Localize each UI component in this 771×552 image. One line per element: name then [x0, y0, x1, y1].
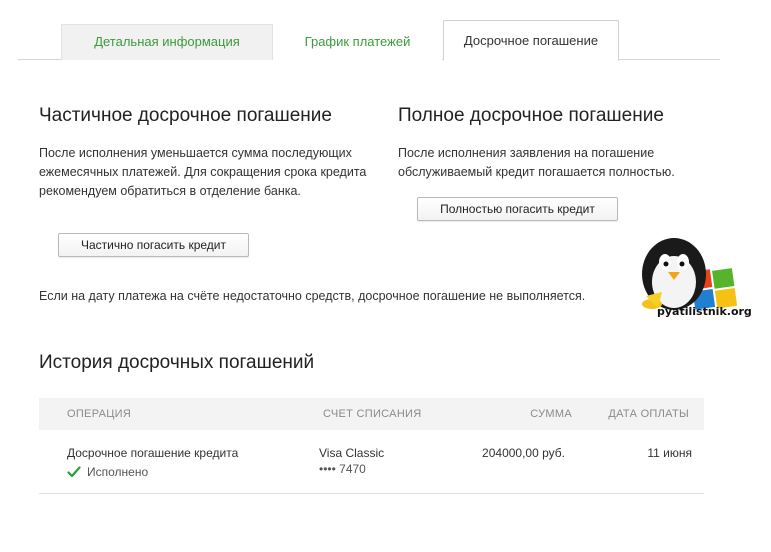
- tab-details[interactable]: Детальная информация: [61, 24, 273, 60]
- operation-name: Досрочное погашение кредита: [67, 446, 239, 460]
- full-repay-button[interactable]: Полностью погасить кредит: [417, 197, 618, 221]
- tab-bar: Детальная информация График платежей Дос…: [18, 20, 720, 61]
- history-title: История досрочных погашений: [39, 352, 315, 373]
- full-repayment-title: Полное досрочное погашение: [398, 105, 664, 126]
- tab-early-repayment[interactable]: Досрочное погашение: [443, 20, 619, 61]
- column-header-sum: СУММА: [530, 408, 572, 420]
- insufficient-funds-note: Если на дату платежа на счёте недостаточ…: [39, 289, 586, 303]
- column-header-account: СЧЕТ СПИСАНИЯ: [323, 408, 422, 420]
- payment-date: 11 июня: [647, 446, 692, 460]
- partial-repayment-description: После исполнения уменьшается сумма после…: [39, 146, 367, 198]
- payment-sum: 204000,00 руб.: [482, 446, 565, 460]
- history-table: ОПЕРАЦИЯ СЧЕТ СПИСАНИЯ СУММА ДАТА ОПЛАТЫ…: [39, 398, 704, 494]
- column-header-date: ДАТА ОПЛАТЫ: [608, 408, 689, 420]
- column-header-operation: ОПЕРАЦИЯ: [67, 408, 132, 420]
- watermark-text: pyatilistnik.org: [657, 305, 752, 318]
- card-name: Visa Classic: [319, 446, 385, 460]
- tab-payment-schedule[interactable]: График платежей: [273, 24, 442, 60]
- partial-repayment-title: Частичное досрочное погашение: [39, 105, 332, 126]
- checkmark-icon: [67, 466, 81, 478]
- table-header: ОПЕРАЦИЯ СЧЕТ СПИСАНИЯ СУММА ДАТА ОПЛАТЫ: [39, 398, 704, 430]
- status-label: Исполнено: [87, 465, 149, 479]
- partial-repay-button[interactable]: Частично погасить кредит: [58, 233, 249, 257]
- card-number: •••• 7470: [319, 462, 366, 476]
- status-badge: Исполнено: [67, 465, 148, 479]
- full-repayment-description: После исполнения заявления на погашение …: [398, 146, 675, 179]
- table-row[interactable]: Досрочное погашение кредита Исполнено Vi…: [39, 430, 704, 494]
